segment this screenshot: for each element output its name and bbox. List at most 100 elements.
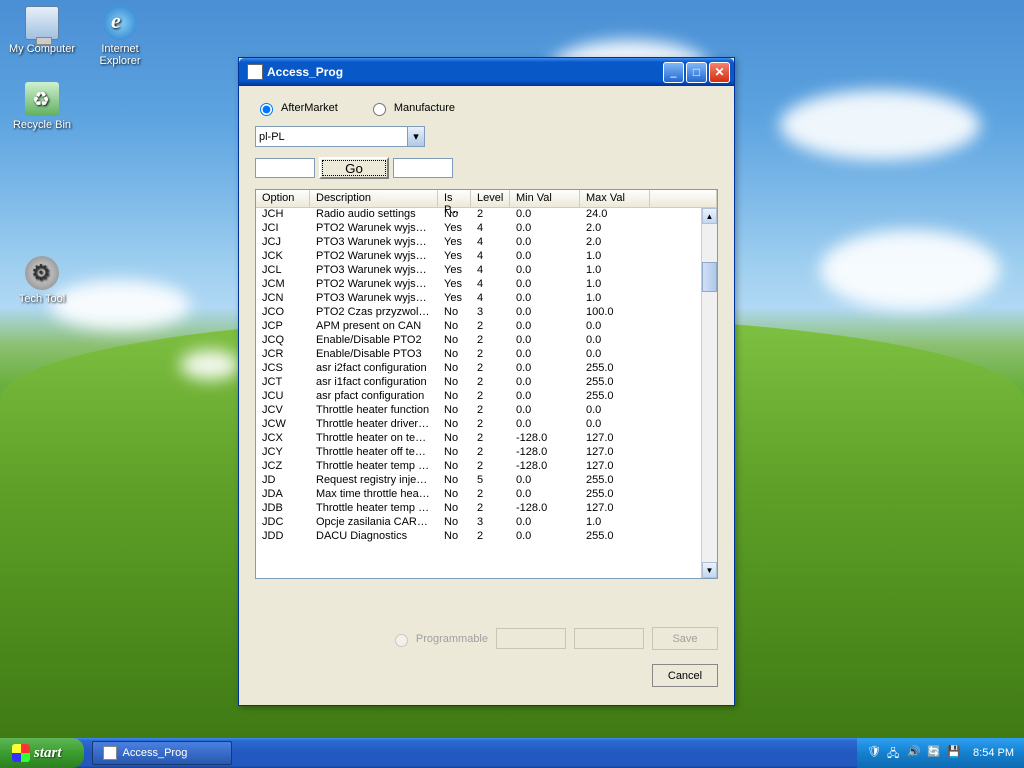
cell-minval: 0.0 — [510, 488, 580, 502]
scroll-up-button[interactable]: ▲ — [702, 208, 717, 224]
table-row[interactable]: JCMPTO2 Warunek wyjscia ...Yes40.01.0 — [256, 278, 701, 292]
cell-isp: Yes — [438, 250, 471, 264]
cell-maxval: 0.0 — [580, 348, 650, 362]
cell-isp: Yes — [438, 264, 471, 278]
column-minval[interactable]: Min Val — [510, 190, 580, 207]
table-row[interactable]: JCYThrottle heater off temper...No2-128.… — [256, 446, 701, 460]
cell-minval: 0.0 — [510, 376, 580, 390]
tray-remove-hardware-icon[interactable]: 💾 — [947, 745, 963, 761]
cell-maxval: 1.0 — [580, 278, 650, 292]
column-isp[interactable]: Is P... — [438, 190, 471, 207]
close-button[interactable]: ✕ — [709, 62, 730, 83]
table-row[interactable]: JCVThrottle heater functionNo20.00.0 — [256, 404, 701, 418]
table-row[interactable]: JCOPTO2 Czas przyzwoleniaNo30.0100.0 — [256, 306, 701, 320]
scroll-down-button[interactable]: ▼ — [702, 562, 717, 578]
minimize-button[interactable]: _ — [663, 62, 684, 83]
cell-description: PTO3 Warunek wyjscia ... — [310, 264, 438, 278]
go-input-left[interactable] — [255, 158, 315, 178]
cell-level: 2 — [471, 334, 510, 348]
tray-clock[interactable]: 8:54 PM — [973, 747, 1014, 759]
table-row[interactable]: JDDDACU DiagnosticsNo20.0255.0 — [256, 530, 701, 544]
table-row[interactable]: JCLPTO3 Warunek wyjscia ...Yes40.01.0 — [256, 264, 701, 278]
cell-description: PTO2 Warunek wyjscia ... — [310, 222, 438, 236]
cell-isp: No — [438, 390, 471, 404]
table-row[interactable]: JCPAPM present on CANNo20.00.0 — [256, 320, 701, 334]
system-tray[interactable]: 🛡 🖧 🔊 🔄 💾 8:54 PM — [857, 738, 1024, 768]
cell-description: Opcje zasilania CARETR... — [310, 516, 438, 530]
desktop-icon-my-computer[interactable]: My Computer — [6, 6, 78, 55]
desktop-icon-techtool[interactable]: Tech Tool — [6, 256, 78, 305]
radio-aftermarket[interactable]: AfterMarket — [255, 100, 338, 116]
table-row[interactable]: JCKPTO2 Warunek wyjscia ...Yes40.01.0 — [256, 250, 701, 264]
go-button[interactable]: Go — [319, 157, 389, 179]
cell-minval: 0.0 — [510, 390, 580, 404]
cell-level: 2 — [471, 376, 510, 390]
table-row[interactable]: JCQEnable/Disable PTO2No20.00.0 — [256, 334, 701, 348]
radio-manufacture-input[interactable] — [373, 103, 386, 116]
table-row[interactable]: JDBThrottle heater temp for d...No2-128.… — [256, 502, 701, 516]
maximize-button[interactable]: □ — [686, 62, 707, 83]
go-input-right[interactable] — [393, 158, 453, 178]
table-row[interactable]: JCTasr i1fact configurationNo20.0255.0 — [256, 376, 701, 390]
table-row[interactable]: JCUasr pfact configurationNo20.0255.0 — [256, 390, 701, 404]
column-maxval[interactable]: Max Val — [580, 190, 650, 207]
cell-minval: 0.0 — [510, 530, 580, 544]
wallpaper-cloud — [780, 90, 980, 160]
cell-isp: No — [438, 306, 471, 320]
table-row[interactable]: JDAMax time throttle heater onNo20.0255.… — [256, 488, 701, 502]
taskbar-item-access-prog[interactable]: Access_Prog — [92, 741, 232, 765]
cell-maxval: 1.0 — [580, 292, 650, 306]
table-row[interactable]: JCHRadio audio settingsNo20.024.0 — [256, 208, 701, 222]
cell-minval: 0.0 — [510, 278, 580, 292]
scroll-track[interactable] — [702, 292, 717, 562]
desktop-icon-recycle[interactable]: Recycle Bin — [6, 82, 78, 131]
titlebar[interactable]: Access_Prog _ □ ✕ — [239, 58, 734, 86]
column-level[interactable]: Level — [471, 190, 510, 207]
cell-maxval: 255.0 — [580, 488, 650, 502]
cancel-button[interactable]: Cancel — [652, 664, 718, 687]
table-row[interactable]: JCWThrottle heater driver infoNo20.00.0 — [256, 418, 701, 432]
window-title: Access_Prog — [267, 65, 661, 79]
cell-minval: -128.0 — [510, 432, 580, 446]
window-access-prog: Access_Prog _ □ ✕ AfterMarket Manufactur… — [238, 57, 735, 706]
tray-network-icon[interactable]: 🖧 — [887, 745, 903, 761]
tray-shield-icon[interactable]: 🛡 — [867, 745, 883, 761]
table-row[interactable]: JCJPTO3 Warunek wyjscia ...Yes40.02.0 — [256, 236, 701, 250]
cell-level: 3 — [471, 516, 510, 530]
wallpaper-cloud — [820, 230, 1000, 310]
column-description[interactable]: Description — [310, 190, 438, 207]
cell-level: 2 — [471, 418, 510, 432]
tray-updates-icon[interactable]: 🔄 — [927, 745, 943, 761]
table-row[interactable]: JCSasr i2fact configurationNo20.0255.0 — [256, 362, 701, 376]
listview-rows[interactable]: JCHRadio audio settingsNo20.024.0JCIPTO2… — [256, 208, 701, 578]
cell-level: 2 — [471, 390, 510, 404]
chevron-down-icon[interactable]: ▾ — [407, 127, 424, 146]
table-row[interactable]: JCIPTO2 Warunek wyjscia ...Yes40.02.0 — [256, 222, 701, 236]
cell-level: 4 — [471, 236, 510, 250]
cell-level: 2 — [471, 530, 510, 544]
listview: Option Description Is P... Level Min Val… — [255, 189, 718, 579]
cell-minval: 0.0 — [510, 264, 580, 278]
tray-volume-icon[interactable]: 🔊 — [907, 745, 923, 761]
table-row[interactable]: JCREnable/Disable PTO3No20.00.0 — [256, 348, 701, 362]
radio-aftermarket-input[interactable] — [260, 103, 273, 116]
radio-manufacture[interactable]: Manufacture — [368, 100, 455, 116]
cell-option: JCL — [256, 264, 310, 278]
desktop: My Computer Internet Explorer Recycle Bi… — [0, 0, 1024, 768]
cell-option: JDA — [256, 488, 310, 502]
table-row[interactable]: JCXThrottle heater on temper...No2-128.0… — [256, 432, 701, 446]
column-option[interactable]: Option — [256, 190, 310, 207]
table-row[interactable]: JCZThrottle heater temp for d...No2-128.… — [256, 460, 701, 474]
desktop-icon-ie[interactable]: Internet Explorer — [84, 6, 156, 67]
cell-isp: No — [438, 502, 471, 516]
table-row[interactable]: JDRequest registry injector ...No50.0255… — [256, 474, 701, 488]
scroll-thumb[interactable] — [702, 262, 717, 292]
cell-maxval: 0.0 — [580, 418, 650, 432]
table-row[interactable]: JDCOpcje zasilania CARETR...No30.01.0 — [256, 516, 701, 530]
cell-description: Throttle heater function — [310, 404, 438, 418]
cell-maxval: 100.0 — [580, 306, 650, 320]
cell-option: JCY — [256, 446, 310, 460]
locale-combo[interactable]: pl-PL ▾ — [255, 126, 425, 147]
start-button[interactable]: start — [0, 738, 84, 768]
table-row[interactable]: JCNPTO3 Warunek wyjscia ...Yes40.01.0 — [256, 292, 701, 306]
